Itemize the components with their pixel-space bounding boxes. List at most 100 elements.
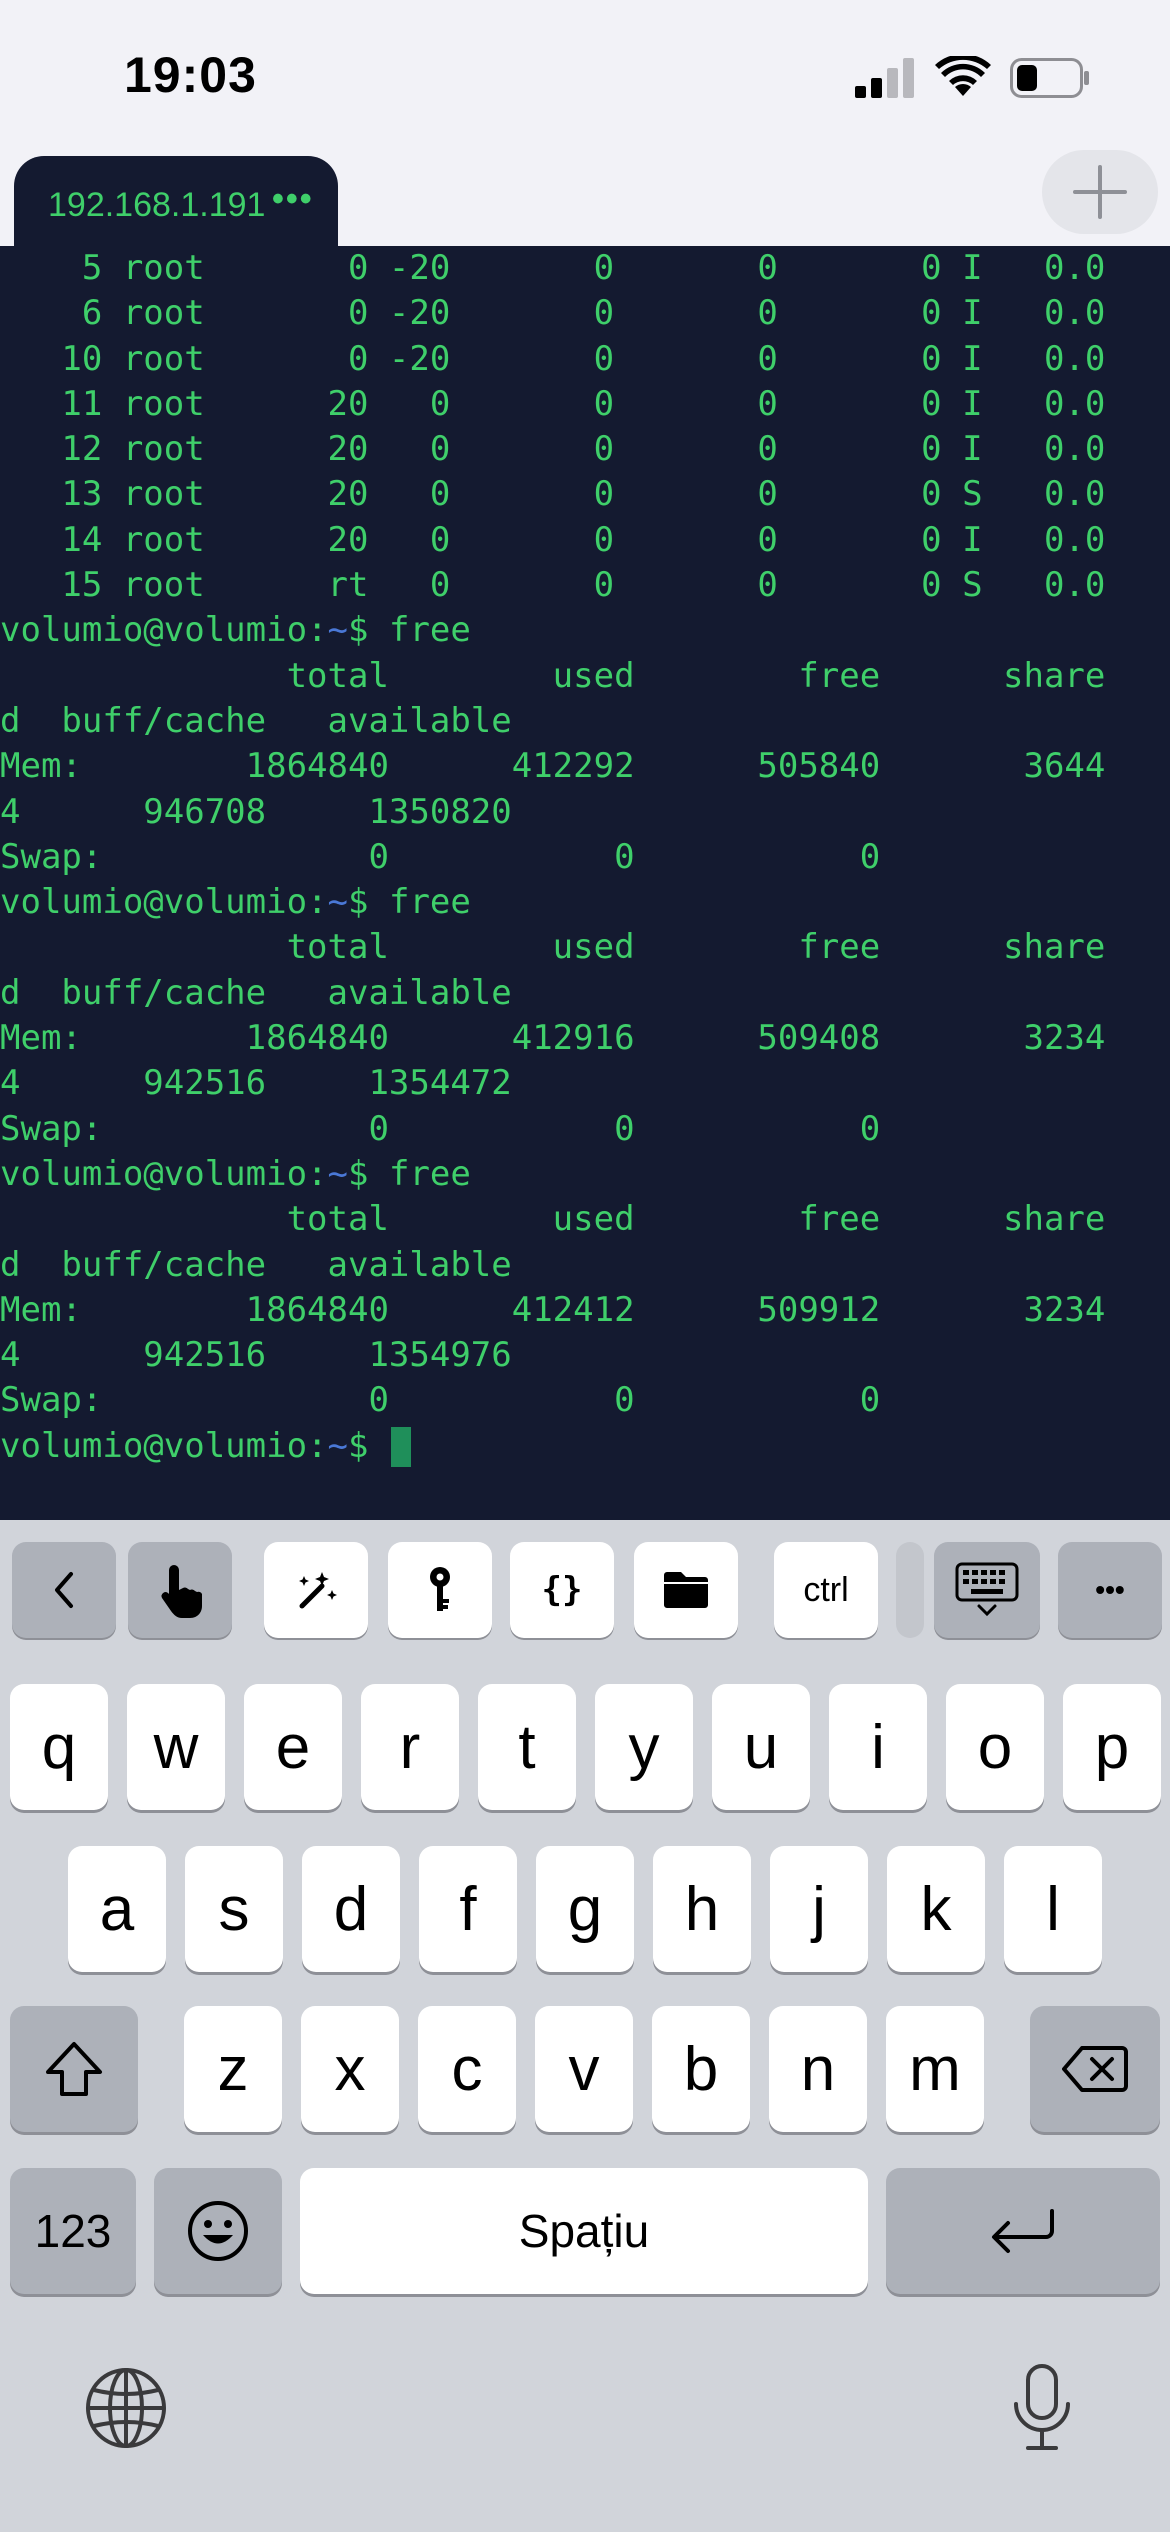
more-button[interactable]: ••• [1058, 1542, 1162, 1638]
prompt-user: volumio@volumio [0, 882, 308, 923]
prompt-command: free [368, 610, 471, 651]
prompt-command: free [368, 1153, 471, 1194]
key-p[interactable]: p [1063, 1684, 1161, 1810]
key-t[interactable]: t [478, 1684, 576, 1810]
status-time: 19:03 [124, 47, 257, 103]
key-m[interactable]: m [886, 2006, 984, 2132]
prompt-separator: : [307, 882, 328, 923]
key-label: o [977, 1712, 1013, 1782]
terminal-output-line: total used free share [0, 655, 1106, 696]
key-e[interactable]: e [244, 1684, 342, 1810]
hand-pointer-icon [161, 1565, 202, 1618]
key-h[interactable]: h [653, 1846, 751, 1972]
key-d[interactable]: d [302, 1846, 400, 1972]
terminal-output-line: 4 942516 1354976 [0, 1335, 512, 1376]
key-icon [430, 1567, 450, 1611]
key-a[interactable]: a [68, 1846, 166, 1972]
prompt-command: free [368, 882, 471, 923]
terminal-output-line: Mem: 1864840 412292 505840 3644 [0, 746, 1106, 787]
key-label: q [41, 1712, 77, 1782]
terminal-output-line: 4 942516 1354472 [0, 1063, 512, 1104]
terminal-output-line: Swap: 0 0 0 [0, 1380, 881, 1421]
snippets-button[interactable]: {} [510, 1542, 614, 1638]
shift-key[interactable] [10, 2006, 138, 2132]
prompt-user: volumio@volumio [0, 1425, 308, 1466]
key-w[interactable]: w [127, 1684, 225, 1810]
key-x[interactable]: x [301, 2006, 399, 2132]
key-label: w [153, 1712, 199, 1782]
add-tab-button[interactable] [1042, 150, 1158, 234]
terminal-output-line: 14 root 20 0 0 0 0 I 0.0 [0, 519, 1106, 560]
key-j[interactable]: j [770, 1846, 868, 1972]
touch-mode-button[interactable] [128, 1542, 232, 1638]
key-label: p [1094, 1712, 1130, 1782]
wifi-icon [935, 56, 991, 96]
key-v[interactable]: v [535, 2006, 633, 2132]
ctrl-button[interactable]: ctrl [774, 1542, 878, 1638]
key-label: l [1046, 1874, 1060, 1944]
key-r[interactable]: r [361, 1684, 459, 1810]
prompt-symbol: $ [348, 882, 369, 923]
key-button[interactable] [388, 1542, 492, 1638]
session-tab-label: 192.168.1.191 [48, 186, 266, 224]
terminal-cursor [390, 1427, 411, 1468]
return-icon [992, 2209, 1054, 2253]
key-z[interactable]: z [184, 2006, 282, 2132]
terminal-prompt-line: volumio@volumio:~$ [0, 1424, 1105, 1469]
key-y[interactable]: y [595, 1684, 693, 1810]
key-label: b [683, 2034, 719, 2104]
terminal-prompt-line: volumio@volumio:~$ free [0, 1152, 1105, 1197]
hide-keyboard-button[interactable] [934, 1542, 1040, 1638]
prompt-symbol: $ [348, 1153, 369, 1194]
key-c[interactable]: c [418, 2006, 516, 2132]
space-key[interactable]: Spațiu [300, 2168, 868, 2294]
microphone-icon[interactable] [1010, 2362, 1074, 2454]
key-n[interactable]: n [769, 2006, 867, 2132]
magic-wand-button[interactable] [264, 1542, 368, 1638]
terminal-output-line: 6 root 0 -20 0 0 0 I 0.0 [0, 293, 1106, 334]
globe-icon[interactable] [84, 2366, 168, 2450]
key-u[interactable]: u [712, 1684, 810, 1810]
key-label: u [743, 1712, 779, 1782]
key-label: n [800, 2034, 836, 2104]
prompt-path: ~ [327, 1153, 349, 1194]
key-label: v [568, 2034, 600, 2104]
terminal-output-line: d buff/cache available [0, 1244, 512, 1285]
terminal-output-line: 12 root 20 0 0 0 0 I 0.0 [0, 429, 1106, 470]
terminal-output-line: total used free share [0, 927, 1106, 968]
key-i[interactable]: i [829, 1684, 927, 1810]
key-label: h [684, 1874, 720, 1944]
braces-icon: {} [541, 1570, 583, 1610]
plus-icon [1073, 165, 1127, 219]
key-s[interactable]: s [185, 1846, 283, 1972]
backspace-key[interactable] [1030, 2006, 1160, 2132]
session-tab[interactable]: 192.168.1.191 ••• [14, 156, 338, 248]
key-label: r [399, 1712, 421, 1782]
prompt-separator: : [307, 1425, 328, 1466]
files-button[interactable] [634, 1542, 738, 1638]
numbers-key[interactable]: 123 [10, 2168, 136, 2294]
prompt-command [369, 1426, 389, 1466]
key-f[interactable]: f [419, 1846, 517, 1972]
terminal-output-line: Mem: 1864840 412916 509408 3234 [0, 1018, 1106, 1059]
key-g[interactable]: g [536, 1846, 634, 1972]
emoji-key[interactable] [154, 2168, 282, 2294]
key-o[interactable]: o [946, 1684, 1044, 1810]
keyboard-accessory-toolbar: {} ctrl ••• [0, 1520, 1170, 1650]
tab-menu-icon[interactable]: ••• [272, 180, 314, 219]
key-label: a [99, 1874, 135, 1944]
return-key[interactable] [886, 2168, 1160, 2294]
terminal-output-line: 4 946708 1350820 [0, 791, 512, 832]
terminal-output[interactable]: 5 root 0 -20 0 0 0 I 0.0 6 root 0 -20 0 … [0, 246, 1170, 1520]
prompt-path: ~ [327, 882, 349, 923]
key-label: z [217, 2034, 249, 2104]
key-l[interactable]: l [1004, 1846, 1102, 1972]
terminal-prompt-line: volumio@volumio:~$ free [0, 608, 1105, 653]
chevron-left-icon [55, 1572, 73, 1608]
prompt-user: volumio@volumio [0, 1153, 308, 1194]
key-b[interactable]: b [652, 2006, 750, 2132]
key-q[interactable]: q [10, 1684, 108, 1810]
key-k[interactable]: k [887, 1846, 985, 1972]
terminal-output-line: Mem: 1864840 412412 509912 3234 [0, 1289, 1106, 1330]
arrow-left-button[interactable] [12, 1542, 116, 1638]
